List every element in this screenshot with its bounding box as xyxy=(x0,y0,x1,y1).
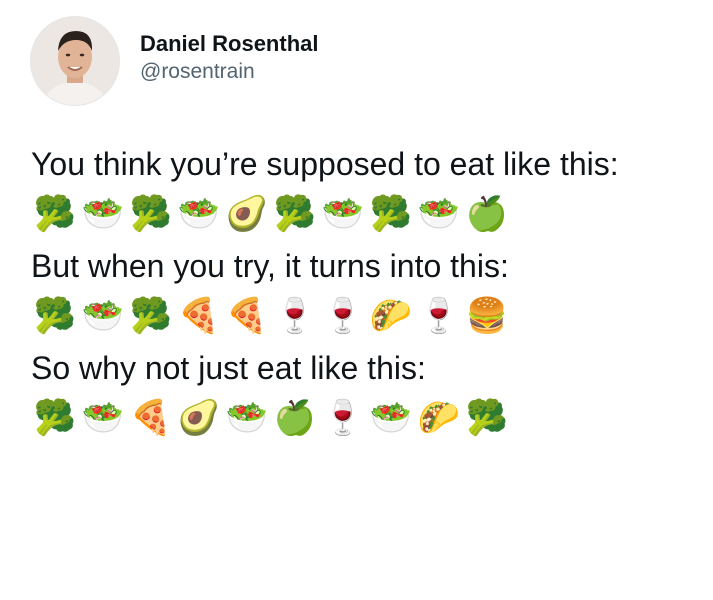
tweet: Daniel Rosenthal @rosentrain You think y… xyxy=(0,0,713,600)
salad-icon: 🥗 xyxy=(369,398,413,438)
hamburger-icon: 🍔 xyxy=(465,296,509,336)
broccoli-icon: 🥦 xyxy=(465,398,509,438)
tweet-line-2: But when you try, it turns into this: xyxy=(31,248,509,284)
wine-glass-icon: 🍷 xyxy=(417,296,461,336)
avocado-icon: 🥑 xyxy=(225,194,269,234)
pizza-icon: 🍕 xyxy=(129,398,173,438)
wine-glass-icon: 🍷 xyxy=(321,398,365,438)
tweet-line-3: So why not just eat like this: xyxy=(31,350,426,386)
taco-icon: 🌮 xyxy=(417,398,461,438)
author-display-name[interactable]: Daniel Rosenthal xyxy=(140,30,318,58)
tweet-header: Daniel Rosenthal @rosentrain xyxy=(30,16,318,106)
avocado-icon: 🥑 xyxy=(177,398,221,438)
tweet-line-1: You think you’re supposed to eat like th… xyxy=(31,146,619,182)
avatar[interactable] xyxy=(30,16,120,106)
salad-icon: 🥗 xyxy=(417,194,461,234)
salad-icon: 🥗 xyxy=(81,398,125,438)
tweet-body: You think you’re supposed to eat like th… xyxy=(31,142,691,448)
emoji-row-1: 🥦 🥗 🥦 🥗 🥑 🥦 🥗 🥦 🥗 🍏 xyxy=(31,186,691,242)
green-apple-icon: 🍏 xyxy=(465,194,509,234)
avatar-photo xyxy=(31,17,119,105)
broccoli-icon: 🥦 xyxy=(369,194,413,234)
taco-icon: 🌮 xyxy=(369,296,413,336)
salad-icon: 🥗 xyxy=(177,194,221,234)
author-names: Daniel Rosenthal @rosentrain xyxy=(140,30,318,86)
wine-glass-icon: 🍷 xyxy=(321,296,365,336)
broccoli-icon: 🥦 xyxy=(33,194,77,234)
pizza-icon: 🍕 xyxy=(177,296,221,336)
salad-icon: 🥗 xyxy=(225,398,269,438)
emoji-row-2: 🥦 🥗 🥦 🍕 🍕 🍷 🍷 🌮 🍷 🍔 xyxy=(31,288,691,344)
salad-icon: 🥗 xyxy=(321,194,365,234)
broccoli-icon: 🥦 xyxy=(129,296,173,336)
author-handle[interactable]: @rosentrain xyxy=(140,58,318,86)
salad-icon: 🥗 xyxy=(81,296,125,336)
broccoli-icon: 🥦 xyxy=(129,194,173,234)
broccoli-icon: 🥦 xyxy=(33,296,77,336)
emoji-row-3: 🥦 🥗 🍕 🥑 🥗 🍏 🍷 🥗 🌮 🥦 xyxy=(31,390,691,446)
salad-icon: 🥗 xyxy=(81,194,125,234)
broccoli-icon: 🥦 xyxy=(33,398,77,438)
broccoli-icon: 🥦 xyxy=(273,194,317,234)
green-apple-icon: 🍏 xyxy=(273,398,317,438)
wine-glass-icon: 🍷 xyxy=(273,296,317,336)
pizza-icon: 🍕 xyxy=(225,296,269,336)
